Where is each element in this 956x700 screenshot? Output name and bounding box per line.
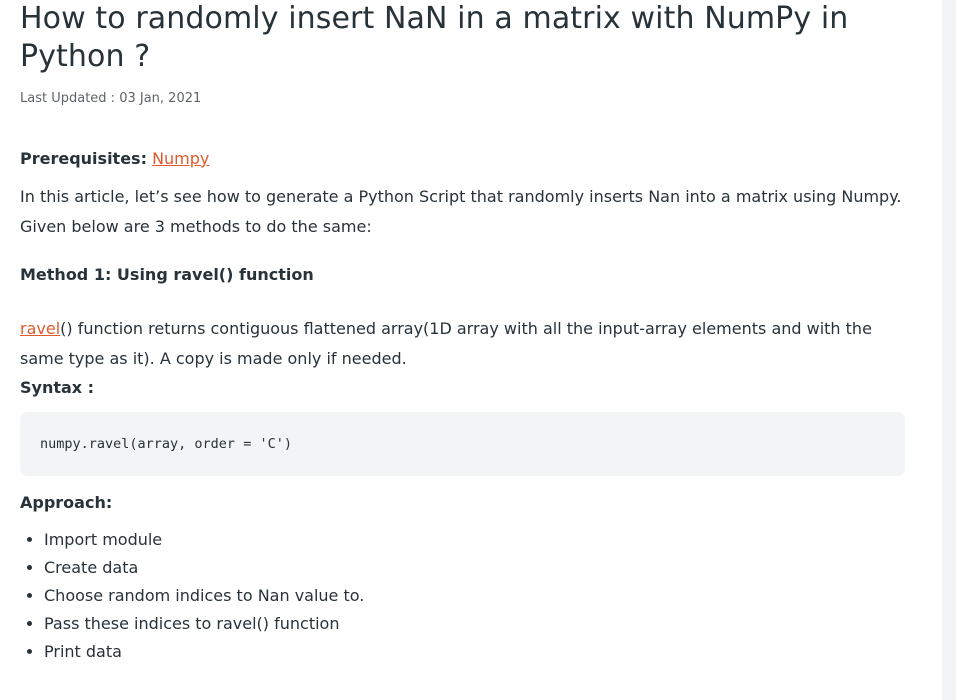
article-title: How to randomly insert NaN in a matrix w…	[20, 1, 849, 74]
syntax-label: Syntax :	[20, 378, 95, 397]
list-item: Import module	[44, 526, 905, 554]
approach-list: Import module Create data Choose random …	[20, 526, 905, 666]
prerequisites-label: Prerequisites:	[20, 149, 147, 168]
ravel-description: ravel() function returns contiguous flat…	[20, 314, 905, 374]
code-block[interactable]: numpy.ravel(array, order = 'C')	[20, 412, 905, 476]
ravel-link[interactable]: ravel	[20, 319, 60, 338]
list-item: Create data	[44, 554, 905, 582]
ravel-description-text: () function returns contiguous flattened…	[20, 319, 872, 368]
prerequisites: Prerequisites: Numpy	[20, 148, 905, 170]
list-item: Print data	[44, 638, 905, 666]
list-item: Choose random indices to Nan value to.	[44, 582, 905, 610]
method1-heading: Method 1: Using ravel() function	[20, 265, 314, 284]
last-updated: Last Updated : 03 Jan, 2021	[20, 91, 202, 106]
syntax-code: numpy.ravel(array, order = 'C')	[40, 436, 292, 452]
article-content: How to randomly insert NaN in a matrix w…	[20, 0, 905, 666]
approach-label: Approach:	[20, 493, 113, 512]
list-item: Pass these indices to ravel() function	[44, 610, 905, 638]
scrollbar-track[interactable]	[942, 0, 956, 700]
numpy-link[interactable]: Numpy	[152, 149, 209, 168]
intro-paragraph: In this article, let’s see how to genera…	[20, 187, 902, 236]
